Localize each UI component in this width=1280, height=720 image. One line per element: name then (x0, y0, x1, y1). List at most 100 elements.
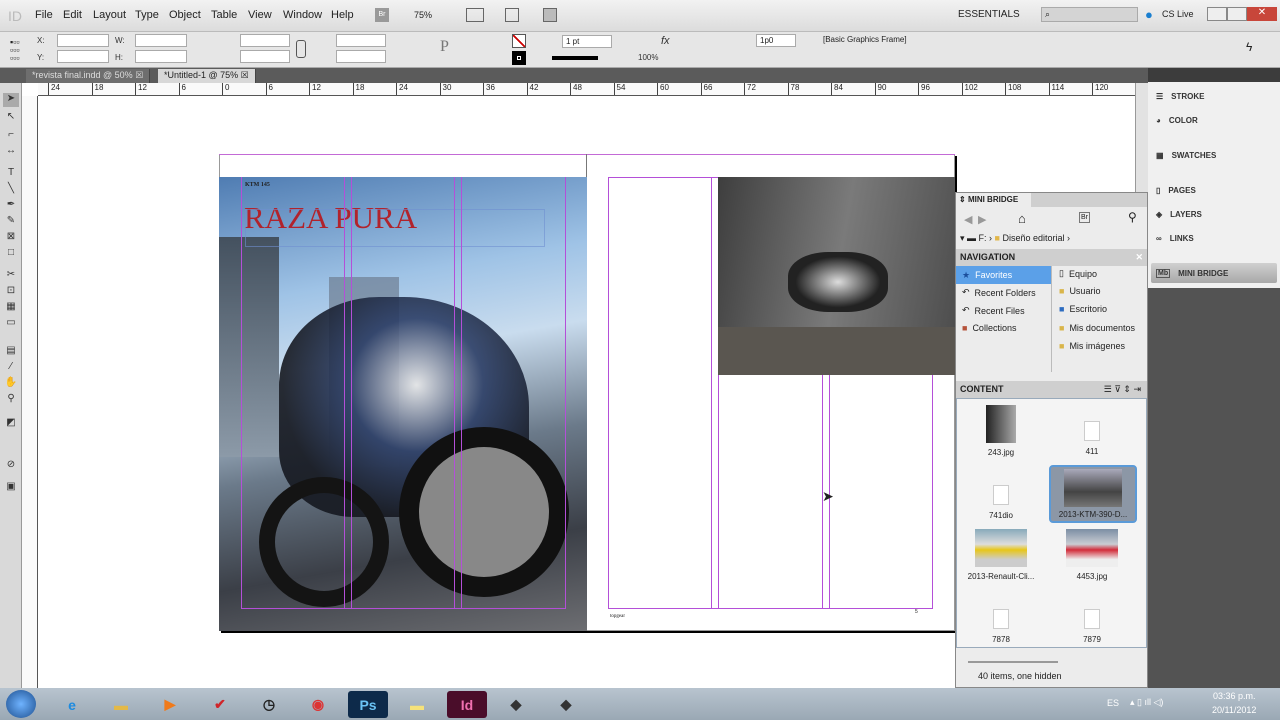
rectangle-tool-icon[interactable]: □ (3, 247, 19, 261)
scissors-tool-icon[interactable]: ✂ (3, 269, 19, 283)
arrange-documents-icon[interactable] (543, 8, 557, 22)
maximize-button[interactable] (1227, 7, 1247, 21)
nav-usuario[interactable]: ■ Usuario (1059, 286, 1100, 296)
tray-icons[interactable]: ▴ ▯ ıll ◁) (1130, 697, 1163, 708)
scale-y-field[interactable] (240, 50, 290, 63)
minimize-button[interactable] (1207, 7, 1227, 21)
photoshop-icon[interactable]: Ps (348, 691, 388, 718)
tab-untitled-1[interactable]: *Untitled-1 @ 75% ☒ (158, 69, 256, 83)
content-item-selected[interactable]: 2013-KTM-390-D... (1049, 465, 1137, 523)
folder-app-icon[interactable]: ▬ (397, 691, 437, 718)
menu-table[interactable]: Table (211, 9, 237, 21)
content-item[interactable]: 243.jpg (961, 405, 1041, 457)
mini-bridge-tab[interactable]: ⇕ MINI BRIDGE (956, 193, 1031, 207)
nav-equipo[interactable]: ▯ Equipo (1059, 268, 1097, 279)
width-field[interactable] (135, 34, 187, 47)
flip-icon[interactable]: P (440, 38, 449, 56)
content-item[interactable]: 4453.jpg (1052, 529, 1132, 581)
cs-live-button[interactable]: CS Live (1162, 9, 1194, 19)
close-icon[interactable]: ✕ (1135, 252, 1143, 263)
nav-recent-files[interactable]: ↶ Recent Files (962, 305, 1025, 316)
back-icon[interactable]: ◀ (964, 213, 972, 226)
apply-none-icon[interactable]: ⊘ (3, 459, 19, 473)
nav-escritorio[interactable]: ■ Escritorio (1059, 304, 1107, 314)
fill-stroke-icon[interactable]: ◩ (3, 417, 19, 431)
page-tool-icon[interactable]: ⌐ (3, 129, 19, 143)
nav-recent-folders[interactable]: ↶ Recent Folders (962, 287, 1036, 298)
panel-mini-bridge[interactable]: Mb MINI BRIDGE (1151, 263, 1277, 283)
panel-stroke[interactable]: ☰ STROKE (1156, 92, 1205, 101)
zoom-select[interactable]: 75% (414, 10, 432, 20)
rotate-field[interactable] (336, 34, 386, 47)
zoom-tool-icon[interactable]: ⚲ (3, 393, 19, 407)
close-button[interactable]: ✕ (1247, 7, 1277, 21)
nav-collections[interactable]: ■ Collections (962, 323, 1016, 333)
path-folder[interactable]: Diseño editorial (1002, 233, 1064, 243)
menu-layout[interactable]: Layout (93, 9, 126, 21)
path-drive[interactable]: F: (979, 233, 987, 243)
stroke-weight-select[interactable]: 1 pt (562, 35, 612, 48)
note-tool-icon[interactable]: ▤ (3, 345, 19, 359)
nav-favorites[interactable]: ★ Favorites (956, 266, 1051, 284)
forward-icon[interactable]: ▶ (978, 213, 986, 226)
content-item[interactable]: 411 (1052, 421, 1132, 456)
view-options-icon[interactable] (505, 8, 519, 22)
line-tool-icon[interactable]: ╲ (3, 183, 19, 197)
content-grid[interactable]: 243.jpg 411 741dio 2013-KTM-390-D... 201… (956, 398, 1147, 648)
app-icon-2[interactable]: ◆ (496, 691, 536, 718)
nav-mis-documentos[interactable]: ■ Mis documentos (1059, 323, 1135, 333)
bridge-icon[interactable]: Br (1079, 212, 1090, 223)
footer-text[interactable]: topgear (610, 614, 625, 619)
height-field[interactable] (135, 50, 187, 63)
menu-window[interactable]: Window (283, 9, 322, 21)
language-indicator[interactable]: ES (1107, 698, 1119, 708)
content-tools-icon[interactable]: ☰ ⊽ ⇕ ⇥ (1104, 384, 1141, 395)
bridge-button[interactable]: Br (375, 8, 389, 22)
screen-mode-tool-icon[interactable]: ▣ (3, 481, 19, 495)
menu-file[interactable]: File (35, 9, 53, 21)
stroke-swatch[interactable] (512, 51, 526, 65)
app-icon[interactable]: ✔ (200, 691, 240, 718)
pen-tool-icon[interactable]: ✒ (3, 199, 19, 213)
media-player-icon[interactable]: ▶ (150, 691, 190, 718)
fill-swatch[interactable] (512, 34, 526, 48)
tab-revista-final[interactable]: *revista final.indd @ 50% ☒ (26, 69, 151, 83)
workspace-switcher[interactable]: ESSENTIALS (958, 9, 1020, 20)
explorer-icon[interactable]: ▬ (101, 691, 141, 718)
free-transform-tool-icon[interactable]: ⊡ (3, 285, 19, 299)
stroke-type-select[interactable] (552, 56, 598, 60)
x-field[interactable] (57, 34, 109, 47)
menu-object[interactable]: Object (169, 9, 201, 21)
hand-tool-icon[interactable]: ✋ (3, 377, 19, 391)
dock-header[interactable] (1148, 68, 1280, 82)
panel-links[interactable]: ∞ LINKS (1156, 234, 1194, 243)
indesign-icon[interactable]: Id (447, 691, 487, 718)
stunt-photo[interactable] (718, 177, 955, 375)
content-item[interactable]: 741dio (961, 485, 1041, 520)
content-item[interactable]: 2013-Renault-Cli... (961, 529, 1041, 581)
panel-swatches[interactable]: ▦ SWATCHES (1156, 151, 1216, 160)
content-item[interactable]: 7878 (961, 609, 1041, 644)
reference-point-icon[interactable]: ▪▫▫ ▫▫▫ ▫▫▫ (10, 38, 20, 63)
menu-help[interactable]: Help (331, 9, 354, 21)
content-item[interactable]: 7879 (1052, 609, 1132, 644)
shear-field[interactable] (336, 50, 386, 63)
y-field[interactable] (57, 50, 109, 63)
gradient-feather-tool-icon[interactable]: ▭ (3, 317, 19, 331)
search-input[interactable]: ⌕ (1041, 7, 1138, 22)
thumbnail-size-slider[interactable] (968, 661, 1058, 663)
path-bar[interactable]: ▾ ▬ F: › ■ Diseño editorial › (960, 233, 1070, 244)
object-style-select[interactable]: [Basic Graphics Frame] (820, 34, 932, 47)
type-tool-icon[interactable]: T (3, 167, 19, 181)
search-icon[interactable]: ⚲ (1128, 210, 1137, 224)
rectangle-frame-tool-icon[interactable]: ⊠ (3, 231, 19, 245)
menu-type[interactable]: Type (135, 9, 159, 21)
scale-x-field[interactable] (240, 34, 290, 47)
constrain-proportions-icon[interactable] (296, 40, 306, 58)
app-icon-3[interactable]: ◆ (546, 691, 586, 718)
opacity-field[interactable]: 100% (638, 53, 658, 62)
clock-app-icon[interactable]: ◷ (249, 691, 289, 718)
panel-pages[interactable]: ▯ PAGES (1156, 186, 1196, 195)
menu-edit[interactable]: Edit (63, 9, 82, 21)
gap-tool-icon[interactable]: ↔ (3, 145, 19, 159)
